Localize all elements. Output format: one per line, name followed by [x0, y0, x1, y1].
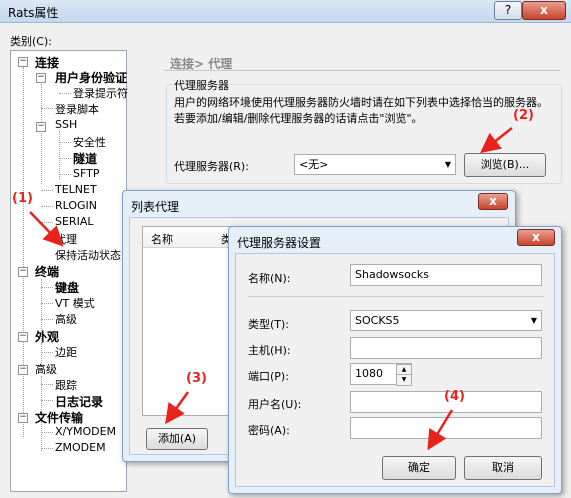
arrow-4	[427, 409, 454, 451]
arrow-2	[480, 127, 513, 154]
arrow-1	[29, 211, 64, 247]
callout-2: (2)	[513, 108, 534, 123]
annotation-arrows	[29, 127, 513, 451]
callout-4: (4)	[444, 389, 465, 404]
arrow-3	[165, 391, 190, 425]
callout-1: (1)	[12, 191, 33, 206]
callout-3: (3)	[186, 371, 207, 386]
